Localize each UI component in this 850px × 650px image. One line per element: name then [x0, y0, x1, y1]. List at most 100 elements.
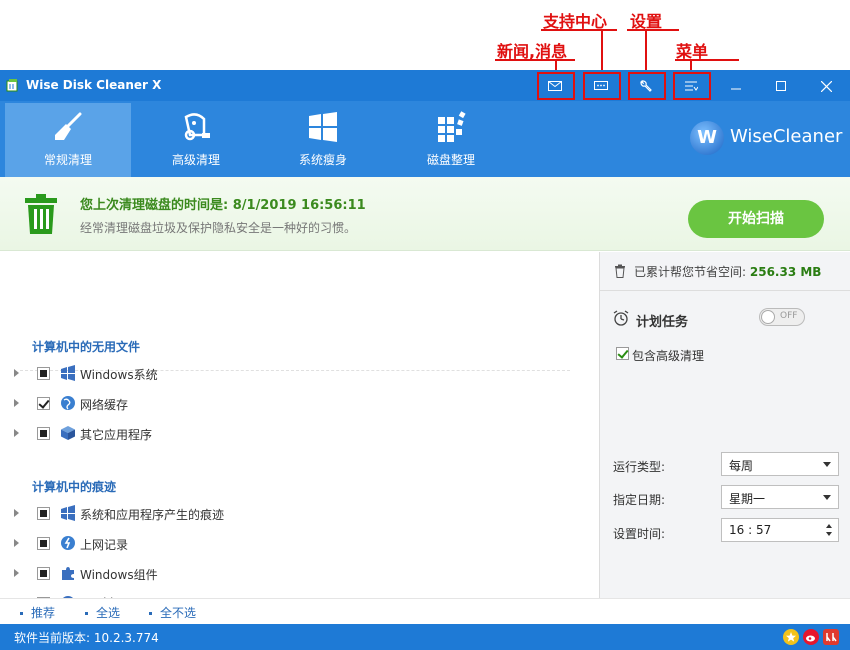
space-saved: 已累计帮您节省空间: 256.33 MB — [634, 263, 821, 280]
favorite-icon[interactable] — [783, 629, 799, 645]
tab-system-slim[interactable]: 系统瘦身 — [260, 103, 386, 177]
clean-item-row[interactable]: 系统和应用程序产生的痕迹 — [0, 502, 599, 526]
spin-down-icon[interactable] — [826, 532, 832, 536]
weibo-icon[interactable] — [803, 629, 819, 645]
annotation-support-underline — [541, 29, 617, 31]
renren-logo-icon — [826, 633, 837, 642]
day-select[interactable]: 星期一 — [721, 485, 839, 509]
clean-tip: 经常清理磁盘垃圾及保护隐私安全是一种好的习惯。 — [80, 221, 357, 235]
item-label: 系统和应用程序产生的痕迹 — [80, 508, 225, 522]
renren-icon[interactable] — [823, 629, 839, 645]
item-label: Windows组件 — [80, 568, 158, 582]
select-none-link[interactable]: 全不选 — [149, 604, 196, 621]
recommend-label: 推荐 — [31, 606, 56, 620]
clean-item-row[interactable]: Windows组件 — [0, 562, 599, 586]
app-window: Wise Disk Cleaner X 常规清理 高级清理 系统瘦身 磁盘整理 … — [0, 70, 850, 650]
puzzle-icon — [62, 567, 74, 580]
expand-arrow-icon[interactable] — [14, 509, 19, 517]
windows-icon — [309, 112, 337, 142]
item-checkbox[interactable] — [37, 537, 50, 550]
title-bar[interactable]: Wise Disk Cleaner X — [0, 70, 850, 101]
annotation-settings-leader — [645, 29, 647, 73]
annotation-menu-underline — [675, 59, 739, 61]
globe-icon — [61, 396, 75, 410]
clean-item-row[interactable]: Windows系统 — [0, 362, 599, 386]
tab-common-clean[interactable]: 常规清理 — [5, 103, 131, 177]
expand-arrow-icon[interactable] — [14, 429, 19, 437]
vacuum-icon — [184, 113, 210, 141]
section-useless-files: 计算机中的无用文件 — [32, 340, 141, 354]
annotation-settings-box — [628, 72, 666, 100]
time-stepper[interactable]: 16 : 57 — [721, 518, 839, 542]
weibo-logo-icon — [806, 635, 815, 642]
clean-items-panel: 计算机中的无用文件 计算机中的痕迹 Windows系统网络缓存其它应用程序系统和应用… — [0, 252, 599, 610]
item-label: 其它应用程序 — [80, 428, 153, 442]
maximize-button[interactable] — [764, 74, 798, 98]
item-checkbox[interactable] — [37, 367, 50, 380]
windows-icon — [61, 365, 75, 381]
select-none-label: 全不选 — [160, 606, 197, 620]
select-all-label: 全选 — [96, 606, 121, 620]
annotation-settings-underline — [627, 29, 679, 31]
tab-advanced-clean[interactable]: 高级清理 — [133, 103, 259, 177]
status-bar: 软件当前版本: 10.2.3.774 — [0, 624, 850, 650]
include-advanced-label: 包含高级清理 — [632, 349, 705, 363]
tab-label: 高级清理 — [171, 153, 220, 167]
divider — [600, 290, 850, 291]
item-checkbox[interactable] — [37, 567, 50, 580]
broom-icon — [55, 112, 82, 140]
expand-arrow-icon[interactable] — [14, 369, 19, 377]
clean-item-row[interactable]: 其它应用程序 — [0, 422, 599, 446]
clean-item-row[interactable]: 网络缓存 — [0, 392, 599, 416]
toggle-state: OFF — [780, 311, 798, 321]
main-toolbar: 常规清理 高级清理 系统瘦身 磁盘整理 W WiseCleaner — [0, 101, 850, 177]
annotation-menu-box — [673, 72, 711, 100]
close-icon — [820, 80, 832, 92]
select-all-link[interactable]: 全选 — [85, 604, 120, 621]
item-checkbox[interactable] — [37, 507, 50, 520]
item-checkbox[interactable] — [37, 427, 50, 440]
last-clean-banner: 您上次清理磁盘的时间是: 8/1/2019 16:56:11 经常清理磁盘垃圾及… — [0, 177, 850, 251]
start-scan-button[interactable]: 开始扫描 — [688, 200, 824, 238]
space-saved-value: 256.33 MB — [749, 265, 822, 279]
cube-icon — [61, 426, 75, 440]
trash-small-icon — [615, 264, 625, 278]
schedule-panel: 已累计帮您节省空间: 256.33 MB 计划任务 OFF 包含高级清理 运行类… — [599, 252, 850, 598]
run-type-label: 运行类型: — [613, 460, 666, 474]
space-saved-label: 已累计帮您节省空间: — [634, 265, 747, 279]
expand-arrow-icon[interactable] — [14, 569, 19, 577]
item-checkbox[interactable] — [37, 397, 50, 410]
wisecleaner-logo: W — [690, 121, 724, 155]
tab-label: 系统瘦身 — [298, 153, 347, 167]
run-type-select[interactable]: 每周 — [721, 452, 839, 476]
recommend-link[interactable]: 推荐 — [20, 604, 55, 621]
annotation-news-underline — [495, 59, 575, 61]
internet-icon — [61, 536, 75, 550]
app-icon — [6, 79, 18, 92]
annotation-support-box — [583, 72, 621, 100]
chevron-down-icon — [823, 462, 831, 467]
chevron-down-icon — [823, 495, 831, 500]
last-clean-time: 您上次清理磁盘的时间是: 8/1/2019 16:56:11 — [80, 198, 366, 213]
clean-item-row[interactable]: 上网记录 — [0, 532, 599, 556]
day-value: 星期一 — [729, 492, 766, 506]
tab-label: 磁盘整理 — [426, 153, 475, 167]
close-button[interactable] — [809, 74, 843, 98]
tab-defrag[interactable]: 磁盘整理 — [388, 103, 514, 177]
selection-links: 推荐 全选 全不选 — [0, 598, 850, 624]
section-traces: 计算机中的痕迹 — [32, 480, 117, 494]
maximize-icon — [776, 81, 786, 91]
expand-arrow-icon[interactable] — [14, 399, 19, 407]
bullet-icon — [149, 612, 152, 615]
spin-up-icon[interactable] — [826, 524, 832, 528]
expand-arrow-icon[interactable] — [14, 539, 19, 547]
minimize-button[interactable] — [719, 74, 753, 98]
annotation-news-box — [537, 72, 575, 100]
minimize-icon — [731, 88, 741, 90]
include-advanced-check[interactable] — [616, 347, 629, 360]
annotation-support-leader — [601, 29, 603, 73]
schedule-toggle[interactable]: OFF — [759, 308, 805, 326]
item-label: 网络缓存 — [80, 398, 129, 412]
version-text: 软件当前版本: 10.2.3.774 — [14, 631, 159, 645]
day-label: 指定日期: — [613, 493, 666, 507]
